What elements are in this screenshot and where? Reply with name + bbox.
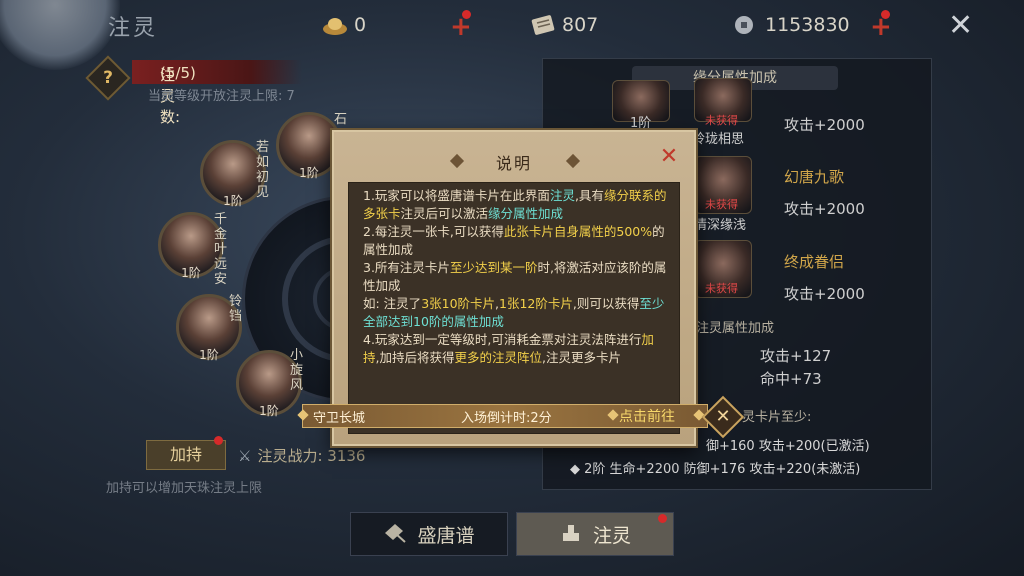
bond-portrait-level: 1阶 (630, 116, 652, 131)
bond-name-2: 幻唐九歌 (784, 168, 845, 186)
coin-counter: 1153830 (733, 14, 850, 36)
ornament-icon (607, 409, 619, 421)
bond-caption-2: 情深缘浅 (694, 218, 747, 233)
level-attr-row-2: ◆ 2阶 生命+2200 防御+176 攻击+220(未激活) (570, 462, 861, 477)
jiachi-button[interactable]: 加持 (146, 440, 226, 470)
dialog-title: 说明 (495, 154, 532, 173)
tab-zhuling[interactable]: 注灵 (516, 512, 674, 556)
dialog-body: 1.玩家可以将盛唐谱卡片在此界面注灵,具有缘分联系的多张卡注灵后可以激活缘分属性… (348, 182, 680, 434)
close-icon: ✕ (715, 406, 731, 427)
scroll-value: 807 (562, 14, 599, 36)
coin-notify-dot (881, 10, 890, 19)
bond-status-2: 未获得 (705, 198, 738, 211)
explanation-dialog: 说明 ✕ 1.玩家可以将盛唐谱卡片在此界面注灵,具有缘分联系的多张卡注灵后可以激… (332, 130, 696, 446)
tab-shengtangpu[interactable]: 盛唐谱 (350, 512, 508, 556)
card-name-5: 石 (334, 112, 348, 127)
event-countdown: 入场倒计时:2分 (461, 411, 552, 426)
limit-text: 当前等级开放注灵上限: 7 (148, 89, 295, 104)
bond-name-3: 终成眷侣 (784, 253, 845, 271)
card-level: 1阶 (299, 166, 319, 180)
infuse-attr-2: 命中+73 (760, 370, 822, 388)
infuse-power: ⚔ 注灵战力: 3136 (238, 445, 365, 466)
card-name-2: 千金叶远安 (214, 212, 228, 287)
help-button[interactable]: ? (85, 55, 131, 101)
help-icon: ? (103, 68, 113, 88)
coin-icon (733, 14, 759, 36)
bond-status-1: 未获得 (705, 114, 738, 127)
infuse-attr-header: 注灵属性加成 (696, 321, 775, 336)
swords-icon: ⚔ (238, 447, 252, 465)
jiachi-notify-dot (214, 436, 223, 445)
card-name-3: 铃铛 (229, 294, 243, 324)
bond-name-1: 玲珑相思 (692, 132, 745, 147)
scroll-icon (530, 14, 556, 36)
card-level: 1阶 (181, 266, 201, 280)
level-attr-header: 灵卡片至少: (742, 410, 812, 425)
coin-value: 1153830 (765, 14, 850, 36)
ingot-value: 0 (354, 14, 367, 36)
top-bar: 注灵 0 + 807 1153830 + ✕ (0, 0, 1024, 52)
infuse-count-value: (5/5) (160, 64, 196, 82)
bond-attr-3: 攻击+2000 (784, 285, 865, 303)
card-level: 1阶 (259, 404, 279, 418)
card-level: 1阶 (223, 194, 243, 208)
infuse-power-text: 注灵战力: 3136 (257, 447, 366, 465)
dialog-close-icon[interactable]: ✕ (658, 146, 680, 168)
ingot-counter: 0 (322, 14, 366, 36)
ornament-icon (297, 409, 309, 421)
ingot-notify-dot (462, 10, 471, 19)
tab-label: 注灵 (592, 524, 631, 547)
event-go-button[interactable]: 点击前往 (619, 406, 675, 426)
bond-attr-2: 攻击+2000 (784, 200, 865, 218)
book-pen-icon (383, 521, 407, 548)
bond-status-3: 未获得 (705, 282, 738, 295)
infuse-attr-1: 攻击+127 (760, 347, 832, 365)
card-name-1: 若如初见 (256, 140, 270, 200)
level-attr-row-1: 御+160 攻击+200(已激活) (706, 439, 870, 454)
event-place: 守卫长城 (313, 411, 366, 426)
ingot-icon (322, 14, 348, 36)
close-icon[interactable]: ✕ (948, 8, 973, 43)
event-banner[interactable]: 守卫长城 入场倒计时:2分 点击前往 (297, 404, 708, 428)
dialog-text: 1.玩家可以将盛唐谱卡片在此界面注灵,具有缘分联系的多张卡注灵后可以激活缘分属性… (363, 188, 667, 365)
card-level: 1阶 (199, 348, 219, 362)
altar-icon (559, 521, 583, 548)
tab-label: 盛唐谱 (417, 524, 475, 547)
tab-notify-dot (658, 514, 667, 523)
bond-attr-1: 攻击+2000 (784, 116, 865, 134)
infuse-count-bar: 注灵数: (5/5) (132, 60, 302, 126)
scroll-counter: 807 (530, 14, 598, 36)
jiachi-hint: 加持可以增加天珠注灵上限 (106, 481, 263, 496)
page-title: 注灵 (108, 16, 159, 41)
card-name-4: 小旋风 (290, 348, 304, 393)
